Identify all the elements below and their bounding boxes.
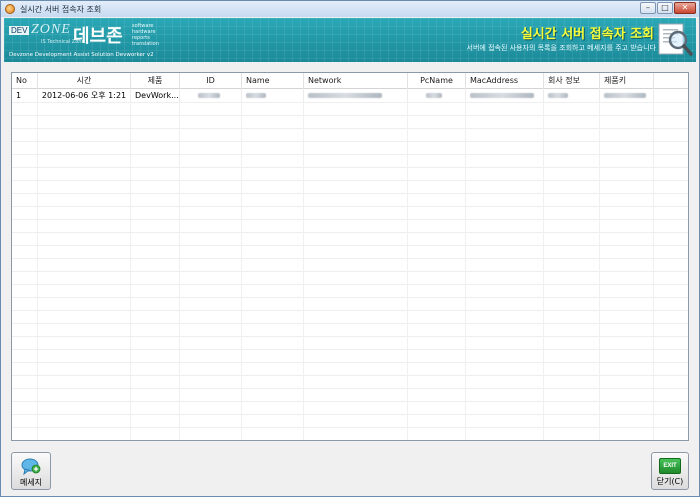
cell-name (242, 89, 304, 102)
cell-pcname (408, 89, 466, 102)
banner-title: 실시간 서버 접속자 조회 (520, 27, 654, 42)
grid-header: No 시간 제품 ID Name Network PcName MacAddre… (12, 73, 688, 89)
cell-time: 2012-06-06 오후 1:21 (38, 89, 131, 102)
magnifier-document-icon (658, 23, 693, 56)
column-header-pcname[interactable]: PcName (408, 73, 466, 89)
close-button[interactable]: EXIT 닫기(C) (651, 452, 689, 490)
exit-icon: EXIT (659, 458, 681, 474)
app-icon (5, 4, 15, 14)
banner-description: 서버에 접속된 사용자의 목록을 조회하고 메세지를 주고 받습니다 (466, 44, 656, 52)
logo-zone: ZONE (31, 22, 71, 37)
close-button-label: 닫기(C) (656, 477, 684, 486)
maximize-button[interactable]: □ (657, 2, 673, 14)
redacted-network (308, 93, 382, 98)
redacted-pcname (426, 93, 442, 98)
window-title: 실시간 서버 접속자 조회 (20, 4, 102, 14)
chat-bubble-add-icon (21, 458, 41, 475)
logo-korean: 데브존 (73, 26, 123, 47)
cell-macaddress (466, 89, 544, 102)
window-controls: – □ ✕ (639, 2, 696, 14)
message-button-label: 메세지 (19, 478, 43, 487)
column-header-macaddress[interactable]: MacAddress (466, 73, 544, 89)
column-header-id[interactable]: ID (180, 73, 242, 89)
redacted-name (246, 93, 266, 98)
close-window-button[interactable]: ✕ (674, 2, 696, 14)
table-row[interactable]: 1 2012-06-06 오후 1:21 DevWork... (12, 89, 688, 102)
cell-product: DevWork... (131, 89, 180, 102)
grid-row-lines (12, 102, 688, 440)
redacted-product-key (604, 93, 646, 98)
column-header-time[interactable]: 시간 (38, 73, 131, 89)
column-header-product-key[interactable]: 제품키 (600, 73, 654, 89)
redacted-id (198, 93, 220, 98)
header-banner: DEV ZONE IS Technical Zone 데브존 software … (4, 18, 696, 62)
devzone-logo: DEV ZONE IS Technical Zone 데브존 software … (9, 22, 159, 52)
redacted-macaddress (470, 93, 534, 98)
banner-caption: Devzone Development Assist Solution Devw… (9, 52, 154, 58)
main-window: 실시간 서버 접속자 조회 – □ ✕ DEV ZONE IS Technica… (0, 0, 700, 497)
column-header-product[interactable]: 제품 (131, 73, 180, 89)
redacted-company (548, 93, 568, 98)
column-header-network[interactable]: Network (304, 73, 408, 89)
column-header-company[interactable]: 회사 정보 (544, 73, 600, 89)
column-header-no[interactable]: No (12, 73, 38, 89)
cell-network (304, 89, 408, 102)
title-bar[interactable]: 실시간 서버 접속자 조회 – □ ✕ (1, 1, 699, 17)
cell-company (544, 89, 600, 102)
cell-id (180, 89, 242, 102)
cell-product-key (600, 89, 654, 102)
connected-users-grid[interactable]: No 시간 제품 ID Name Network PcName MacAddre… (11, 72, 689, 441)
minimize-button[interactable]: – (640, 2, 656, 14)
logo-words: software hardware reports translation (132, 23, 159, 47)
column-header-name[interactable]: Name (242, 73, 304, 89)
message-button[interactable]: 메세지 (11, 452, 51, 490)
logo-dev: DEV (9, 26, 30, 35)
cell-no: 1 (12, 89, 38, 102)
